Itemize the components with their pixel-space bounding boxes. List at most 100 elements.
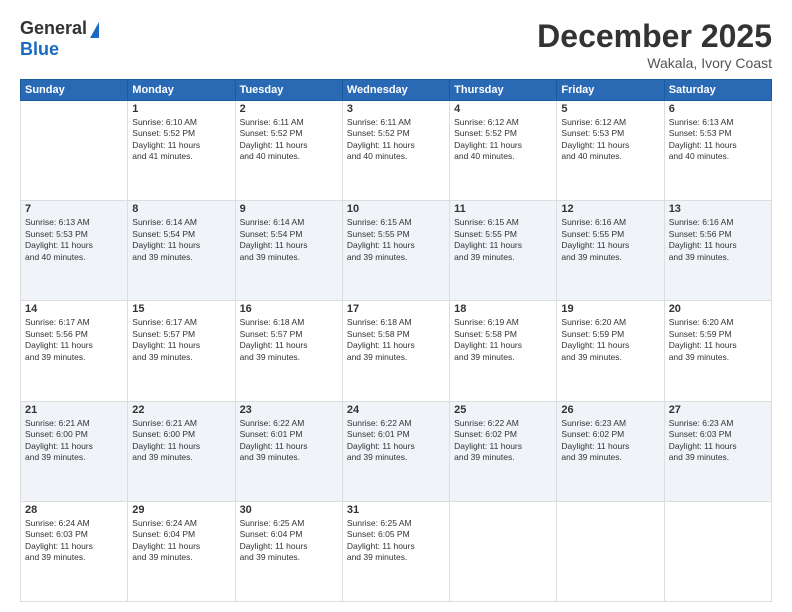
calendar-cell: 11Sunrise: 6:15 AMSunset: 5:55 PMDayligh… — [450, 201, 557, 301]
logo: General Blue — [20, 18, 99, 60]
calendar-cell: 13 Sunrise: 6:16 AMSunset: 5:56 PMDayligh… — [664, 201, 771, 301]
day-info: Sunrise: 6:19 AMSunset: 5:58 PMDaylight:… — [454, 317, 552, 363]
logo-line2: Blue — [20, 39, 59, 60]
day-info: Sunrise: 6:11 AMSunset: 5:52 PMDaylight:… — [347, 117, 445, 163]
day-header-wednesday: Wednesday — [342, 80, 449, 101]
logo-general-text: General — [20, 18, 87, 39]
day-number: 5 — [561, 103, 659, 115]
day-header-monday: Monday — [128, 80, 235, 101]
day-info: Sunrise: 6:13 AMSunset: 5:53 PMDaylight:… — [25, 217, 123, 263]
day-info: Sunrise: 6:21 AMSunset: 6:00 PMDaylight:… — [132, 418, 230, 464]
day-info: Sunrise: 6:22 AMSunset: 6:01 PMDaylight:… — [347, 418, 445, 464]
day-info: Sunrise: 6:21 AMSunset: 6:00 PMDaylight:… — [25, 418, 123, 464]
calendar-cell: 23 Sunrise: 6:22 AMSunset: 6:01 PMDayligh… — [235, 401, 342, 501]
day-number: 23 — [240, 404, 338, 416]
day-header-sunday: Sunday — [21, 80, 128, 101]
day-number: 30 — [240, 504, 338, 516]
day-info: Sunrise: 6:14 AMSunset: 5:54 PMDaylight:… — [240, 217, 338, 263]
day-info: Sunrise: 6:24 AMSunset: 6:03 PMDaylight:… — [25, 518, 123, 564]
calendar-cell: 12 Sunrise: 6:16 AMSunset: 5:55 PMDayligh… — [557, 201, 664, 301]
day-number: 24 — [347, 404, 445, 416]
calendar-cell: 25 Sunrise: 6:22 AMSunset: 6:02 PMDayligh… — [450, 401, 557, 501]
title-block: December 2025 Wakala, Ivory Coast — [537, 18, 772, 71]
day-info: Sunrise: 6:12 AMSunset: 5:53 PMDaylight:… — [561, 117, 659, 163]
day-number: 1 — [132, 103, 230, 115]
day-number: 14 — [25, 303, 123, 315]
calendar-cell: 15Sunrise: 6:17 AMSunset: 5:57 PMDayligh… — [128, 301, 235, 401]
day-info: Sunrise: 6:17 AMSunset: 5:56 PMDaylight:… — [25, 317, 123, 363]
day-number: 21 — [25, 404, 123, 416]
day-number: 12 — [561, 203, 659, 215]
day-info: Sunrise: 6:13 AMSunset: 5:53 PMDaylight:… — [669, 117, 767, 163]
day-info: Sunrise: 6:11 AMSunset: 5:52 PMDaylight:… — [240, 117, 338, 163]
day-number: 20 — [669, 303, 767, 315]
day-number: 7 — [25, 203, 123, 215]
day-info: Sunrise: 6:16 AMSunset: 5:55 PMDaylight:… — [561, 217, 659, 263]
calendar-cell: 21 Sunrise: 6:21 AMSunset: 6:00 PMDayligh… — [21, 401, 128, 501]
calendar-cell: 7 Sunrise: 6:13 AMSunset: 5:53 PMDaylight… — [21, 201, 128, 301]
calendar-cell: 29 Sunrise: 6:24 AMSunset: 6:04 PMDayligh… — [128, 501, 235, 601]
day-info: Sunrise: 6:22 AMSunset: 6:01 PMDaylight:… — [240, 418, 338, 464]
calendar-cell: 1 Sunrise: 6:10 AMSunset: 5:52 PMDaylight… — [128, 101, 235, 201]
calendar-cell: 14 Sunrise: 6:17 AMSunset: 5:56 PMDayligh… — [21, 301, 128, 401]
day-info: Sunrise: 6:15 AMSunset: 5:55 PMDaylight:… — [454, 217, 552, 263]
logo-triangle-icon — [90, 22, 99, 38]
calendar-cell — [450, 501, 557, 601]
day-header-tuesday: Tuesday — [235, 80, 342, 101]
day-number: 8 — [132, 203, 230, 215]
calendar-table: SundayMondayTuesdayWednesdayThursdayFrid… — [20, 79, 772, 602]
day-number: 29 — [132, 504, 230, 516]
calendar-cell: 5 Sunrise: 6:12 AMSunset: 5:53 PMDaylight… — [557, 101, 664, 201]
page: General Blue December 2025 Wakala, Ivory… — [0, 0, 792, 612]
day-number: 6 — [669, 103, 767, 115]
logo-line1: General — [20, 18, 99, 39]
day-info: Sunrise: 6:10 AMSunset: 5:52 PMDaylight:… — [132, 117, 230, 163]
calendar-cell — [664, 501, 771, 601]
day-number: 16 — [240, 303, 338, 315]
day-number: 26 — [561, 404, 659, 416]
calendar-cell: 19Sunrise: 6:20 AMSunset: 5:59 PMDayligh… — [557, 301, 664, 401]
day-number: 3 — [347, 103, 445, 115]
calendar-cell: 28 Sunrise: 6:24 AMSunset: 6:03 PMDayligh… — [21, 501, 128, 601]
calendar-week-row: 21 Sunrise: 6:21 AMSunset: 6:00 PMDayligh… — [21, 401, 772, 501]
day-number: 22 — [132, 404, 230, 416]
calendar-cell: 26Sunrise: 6:23 AMSunset: 6:02 PMDayligh… — [557, 401, 664, 501]
calendar-cell: 17Sunrise: 6:18 AMSunset: 5:58 PMDayligh… — [342, 301, 449, 401]
calendar-cell: 24 Sunrise: 6:22 AMSunset: 6:01 PMDayligh… — [342, 401, 449, 501]
calendar-cell: 6 Sunrise: 6:13 AMSunset: 5:53 PMDaylight… — [664, 101, 771, 201]
day-number: 15 — [132, 303, 230, 315]
day-number: 19 — [561, 303, 659, 315]
day-info: Sunrise: 6:24 AMSunset: 6:04 PMDaylight:… — [132, 518, 230, 564]
calendar-cell: 22 Sunrise: 6:21 AMSunset: 6:00 PMDayligh… — [128, 401, 235, 501]
day-number: 25 — [454, 404, 552, 416]
day-number: 27 — [669, 404, 767, 416]
day-number: 18 — [454, 303, 552, 315]
day-info: Sunrise: 6:16 AMSunset: 5:56 PMDaylight:… — [669, 217, 767, 263]
calendar-cell — [21, 101, 128, 201]
calendar-cell: 8 Sunrise: 6:14 AMSunset: 5:54 PMDaylight… — [128, 201, 235, 301]
day-info: Sunrise: 6:14 AMSunset: 5:54 PMDaylight:… — [132, 217, 230, 263]
calendar-header-row: SundayMondayTuesdayWednesdayThursdayFrid… — [21, 80, 772, 101]
day-number: 10 — [347, 203, 445, 215]
day-number: 28 — [25, 504, 123, 516]
calendar-cell: 18 Sunrise: 6:19 AMSunset: 5:58 PMDayligh… — [450, 301, 557, 401]
calendar-cell: 3 Sunrise: 6:11 AMSunset: 5:52 PMDaylight… — [342, 101, 449, 201]
day-info: Sunrise: 6:23 AMSunset: 6:03 PMDaylight:… — [669, 418, 767, 464]
calendar-cell: 9Sunrise: 6:14 AMSunset: 5:54 PMDaylight… — [235, 201, 342, 301]
day-info: Sunrise: 6:22 AMSunset: 6:02 PMDaylight:… — [454, 418, 552, 464]
calendar-cell — [557, 501, 664, 601]
calendar-week-row: 7 Sunrise: 6:13 AMSunset: 5:53 PMDaylight… — [21, 201, 772, 301]
day-info: Sunrise: 6:25 AMSunset: 6:05 PMDaylight:… — [347, 518, 445, 564]
day-info: Sunrise: 6:18 AMSunset: 5:57 PMDaylight:… — [240, 317, 338, 363]
day-info: Sunrise: 6:15 AMSunset: 5:55 PMDaylight:… — [347, 217, 445, 263]
calendar-cell: 27 Sunrise: 6:23 AMSunset: 6:03 PMDayligh… — [664, 401, 771, 501]
day-header-friday: Friday — [557, 80, 664, 101]
day-info: Sunrise: 6:12 AMSunset: 5:52 PMDaylight:… — [454, 117, 552, 163]
day-header-thursday: Thursday — [450, 80, 557, 101]
day-number: 31 — [347, 504, 445, 516]
day-info: Sunrise: 6:18 AMSunset: 5:58 PMDaylight:… — [347, 317, 445, 363]
calendar-cell: 20Sunrise: 6:20 AMSunset: 5:59 PMDayligh… — [664, 301, 771, 401]
calendar-cell: 31 Sunrise: 6:25 AMSunset: 6:05 PMDayligh… — [342, 501, 449, 601]
calendar-cell: 4Sunrise: 6:12 AMSunset: 5:52 PMDaylight… — [450, 101, 557, 201]
day-number: 13 — [669, 203, 767, 215]
